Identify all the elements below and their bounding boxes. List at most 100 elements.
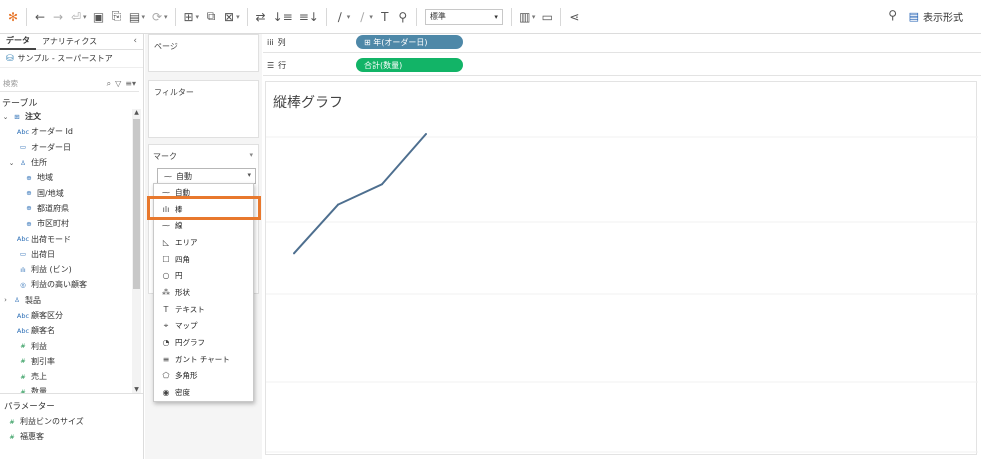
toolbar-separator: [174, 7, 176, 26]
mark-type-value: 自動: [176, 171, 192, 181]
tab-analytics[interactable]: アナリティクス: [36, 34, 103, 50]
field-label: 割引率: [31, 356, 55, 366]
filters-card[interactable]: フィルター: [148, 80, 259, 138]
collapse-pane-icon[interactable]: ‹: [133, 36, 137, 46]
field-item[interactable]: ⌄ ♙ 住所: [0, 155, 143, 170]
columns-shelf-label: iii 列: [267, 37, 286, 48]
filter-icon[interactable]: ▽: [115, 79, 121, 89]
mark-option-icon: T: [163, 304, 169, 314]
save-icon[interactable]: ▣: [90, 5, 108, 29]
field-label: 出荷モード: [31, 234, 71, 244]
data-point[interactable]: [337, 203, 339, 206]
toolbar-separator: [26, 7, 27, 26]
scroll-up-icon[interactable]: ▲: [132, 109, 141, 116]
field-item[interactable]: ⊕ 国/地域: [0, 185, 143, 200]
mark-option[interactable]: ⬠ 多角形: [154, 368, 253, 385]
field-item[interactable]: # 売上: [0, 369, 143, 384]
duplicate-icon[interactable]: ⧉: [202, 5, 220, 29]
field-label: 市区町村: [37, 219, 69, 229]
field-type-icon: ⊕: [26, 173, 32, 182]
mark-option[interactable]: ◺ エリア: [154, 234, 253, 251]
mark-option[interactable]: ≡ ガント チャート: [154, 351, 253, 368]
search-icon[interactable]: ⌕: [107, 79, 111, 89]
view-canvas[interactable]: 縦棒グラフ: [265, 81, 978, 455]
expand-caret-icon[interactable]: ›: [2, 296, 9, 304]
presentation-icon[interactable]: ▭: [538, 5, 556, 29]
field-list: ⌄ ⊞ 注文 Abc オーダー Id ▭ オーダー日 ⌄ ♙ 住所 ⊕ 地域 ⊕ 国/地域 ⊕ 都道府県 ⊕ 市区…: [0, 109, 143, 393]
swap-icon[interactable]: ⇄: [252, 5, 270, 29]
mark-option-icon: ◺: [162, 237, 170, 247]
field-item[interactable]: ⊕ 都道府県: [0, 201, 143, 216]
field-item[interactable]: Abc 出荷モード: [0, 231, 143, 246]
field-item[interactable]: ◎ 利益の高い顧客: [0, 277, 143, 292]
mark-option-label: 密度: [175, 388, 190, 398]
field-item[interactable]: # 利益: [0, 338, 143, 353]
pin-axis-icon[interactable]: ⚲: [394, 5, 412, 29]
sort-ascending-icon[interactable]: ↓≡: [270, 5, 296, 29]
redo-icon[interactable]: →: [49, 5, 67, 29]
series-line[interactable]: [293, 133, 427, 254]
field-item[interactable]: # 割引率: [0, 354, 143, 369]
mark-option[interactable]: ⁂ 形状: [154, 284, 253, 301]
expand-caret-icon[interactable]: ⌄: [8, 159, 15, 167]
chevron-down-icon[interactable]: ▾: [249, 151, 253, 162]
field-list-scrollbar[interactable]: ▲ ▼: [132, 109, 141, 393]
columns-label: 列: [277, 38, 286, 47]
columns-shelf[interactable]: iii 列 ⊞ 年(オーダー日): [263, 34, 981, 53]
mark-option[interactable]: ○ 円: [154, 267, 253, 284]
show-me-button[interactable]: ▤ 表示形式: [909, 9, 963, 24]
mark-option[interactable]: ☐ 四角: [154, 251, 253, 268]
field-item[interactable]: Abc 顧客名: [0, 323, 143, 338]
mark-option[interactable]: ◔ 円グラフ: [154, 334, 253, 351]
tableau-logo-icon[interactable]: ✻: [4, 5, 22, 29]
mark-option[interactable]: ◉ 密度: [154, 384, 253, 401]
search-tools: ⌕ ▽ ≡▾: [107, 79, 136, 89]
label-icon[interactable]: T: [376, 5, 394, 29]
field-item[interactable]: Abc オーダー Id: [0, 124, 143, 139]
data-point[interactable]: [381, 183, 383, 186]
annotation-highlight-box: [147, 196, 261, 220]
fit-select[interactable]: 標準 ▾: [424, 8, 503, 25]
data-pane-tabs: データ アナリティクス ‹: [0, 34, 143, 50]
chevron-down-icon: ▾: [494, 12, 498, 21]
marks-header: マーク ▾: [149, 145, 258, 166]
mark-option-icon: ○: [162, 271, 170, 281]
field-item[interactable]: ▭ オーダー日: [0, 140, 143, 155]
mark-type-select[interactable]: ⁓ 自動 ▾: [157, 168, 256, 184]
field-search[interactable]: 検索 ⌕ ▽ ≡▾: [0, 76, 139, 92]
pin-icon[interactable]: ⚲: [888, 8, 897, 22]
field-item[interactable]: ⊕ 地域: [0, 170, 143, 185]
mark-option[interactable]: T テキスト: [154, 301, 253, 318]
rows-shelf[interactable]: ☰ 行 合計(数量): [263, 57, 981, 76]
mark-option[interactable]: ⌖ マップ: [154, 318, 253, 335]
field-item[interactable]: Abc 顧客区分: [0, 308, 143, 323]
columns-pill[interactable]: ⊞ 年(オーダー日): [356, 35, 463, 49]
field-type-icon: ılı: [20, 265, 26, 274]
data-point[interactable]: [293, 252, 295, 255]
tables-header: テーブル: [2, 99, 38, 109]
tab-data[interactable]: データ: [0, 34, 36, 50]
data-source[interactable]: ⛁ サンプル - スーパーストア: [0, 50, 143, 68]
share-icon[interactable]: ⋖: [565, 5, 583, 29]
rows-pill[interactable]: 合計(数量): [356, 58, 463, 72]
scrollbar-thumb[interactable]: [133, 119, 140, 289]
sort-descending-icon[interactable]: ≡↓: [296, 5, 322, 29]
undo-icon[interactable]: ←: [31, 5, 49, 29]
field-item[interactable]: ⌄ ⊞ 注文: [0, 109, 143, 124]
field-item[interactable]: › ♙ 製品: [0, 293, 143, 308]
field-item[interactable]: # 数量: [0, 384, 143, 393]
parameter-item[interactable]: # 福惠客: [0, 429, 143, 444]
parameter-item[interactable]: # 利益ビンのサイズ: [0, 414, 143, 429]
toolbar-separator: [560, 7, 562, 26]
field-item[interactable]: ▭ 出荷日: [0, 247, 143, 262]
new-datasource-icon[interactable]: ⎘: [108, 5, 126, 29]
field-item[interactable]: ⊕ 市区町村: [0, 216, 143, 231]
field-type-icon: ⊕: [26, 189, 32, 198]
mark-option-icon: ⌖: [163, 320, 169, 330]
pages-card[interactable]: ページ: [148, 34, 259, 72]
data-point[interactable]: [425, 133, 427, 135]
scroll-down-icon[interactable]: ▼: [132, 386, 141, 393]
field-item[interactable]: ılı 利益 (ビン): [0, 262, 143, 277]
expand-caret-icon[interactable]: ⌄: [2, 113, 9, 121]
view-options-icon[interactable]: ≡▾: [125, 79, 136, 89]
